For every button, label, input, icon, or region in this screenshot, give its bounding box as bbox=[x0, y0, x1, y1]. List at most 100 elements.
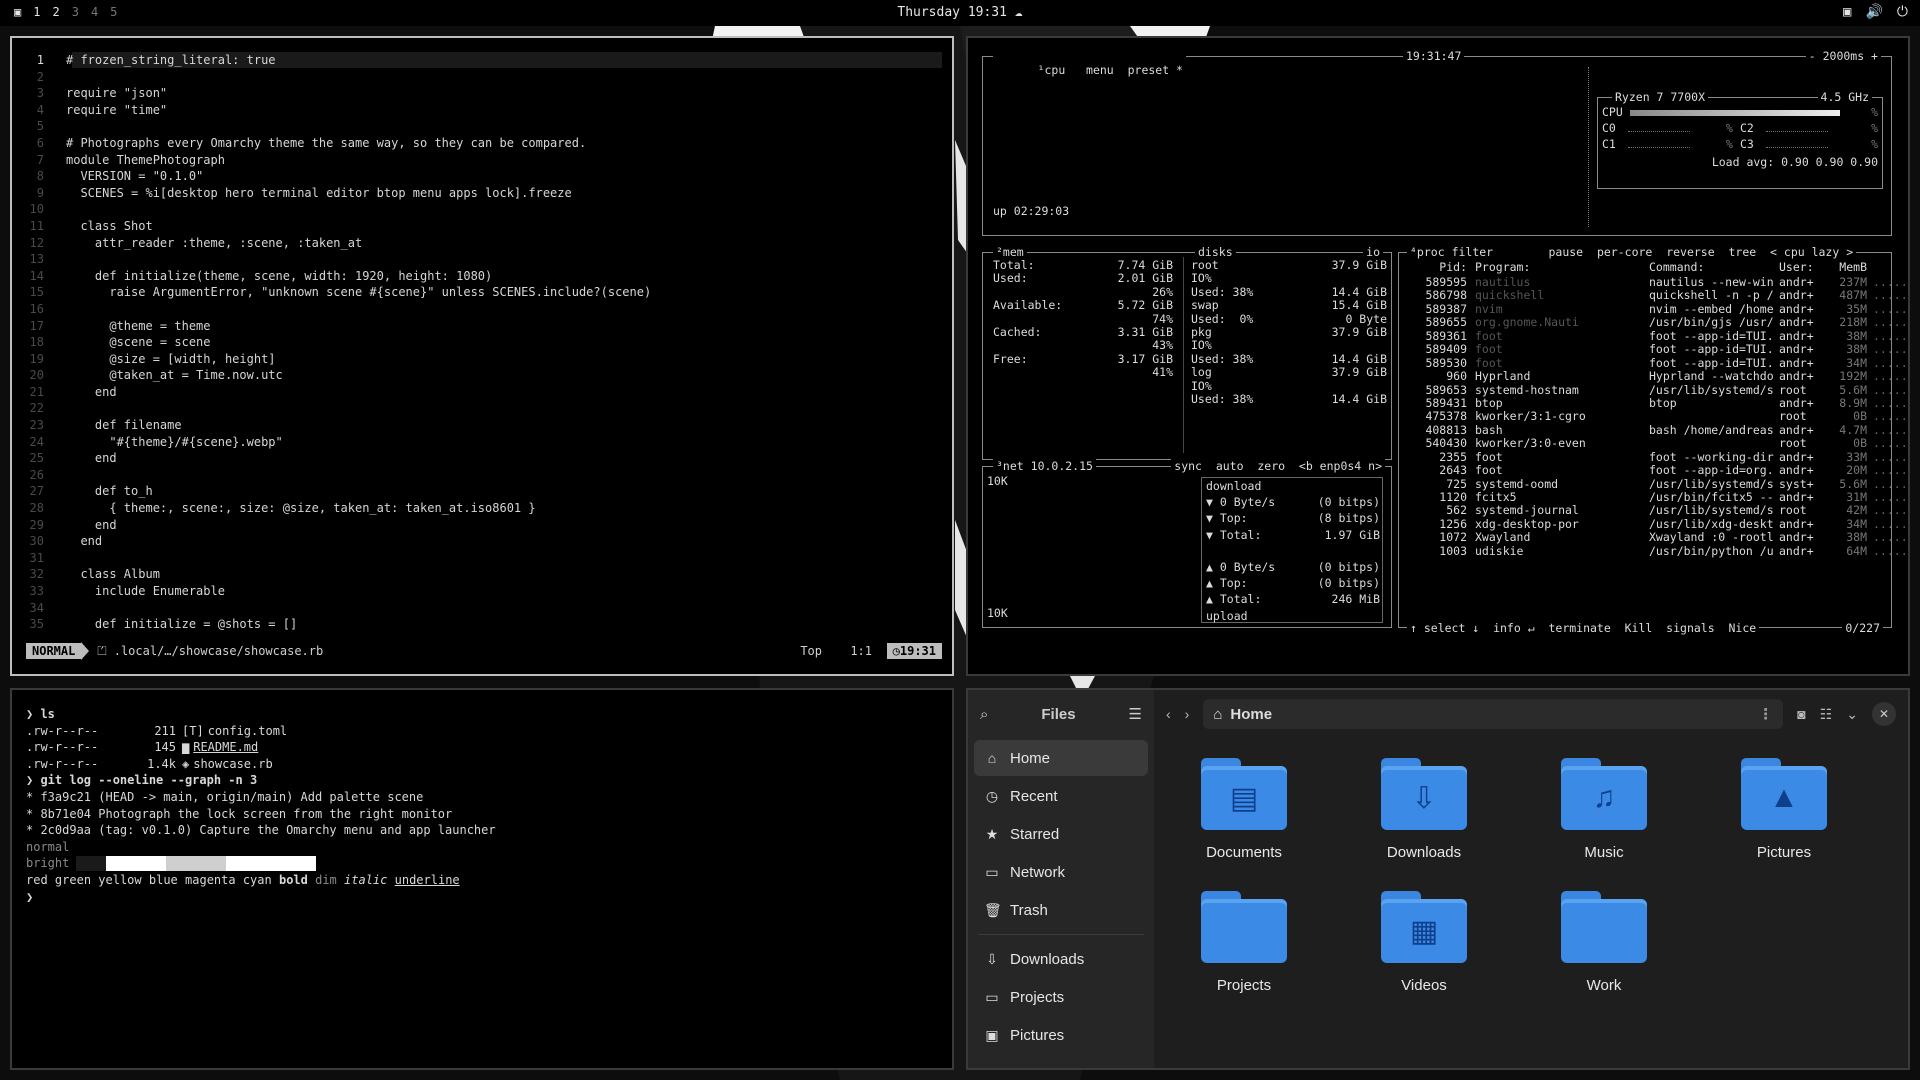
code-line[interactable]: 24 "#{theme}/#{scene}.webp" bbox=[26, 434, 651, 451]
folder-pictures[interactable]: ▲ Pictures bbox=[1694, 758, 1874, 861]
process-row[interactable]: 2355footfoot --working-dirandr+33M......… bbox=[1403, 450, 1908, 464]
terminal-window[interactable]: ❯ ls .rw-r--r-- 211 [T] config.toml .rw-r--r… bbox=[10, 688, 954, 1070]
process-row[interactable]: 589431btopbtopandr+8.9M.......0.1 bbox=[1403, 396, 1908, 410]
neovim-window[interactable]: 1 # frozen_string_literal: true 2 3 require … bbox=[10, 36, 954, 676]
mem-title[interactable]: ²mem bbox=[993, 245, 1027, 259]
folder-projects[interactable]: Projects bbox=[1154, 891, 1334, 994]
power-icon[interactable]: ⏻ bbox=[1897, 4, 1908, 20]
update-interval[interactable]: - 2000ms + bbox=[1805, 49, 1881, 63]
close-icon[interactable]: ✕ bbox=[1872, 702, 1896, 726]
code-line[interactable]: 29 end bbox=[26, 517, 651, 534]
terminal-output[interactable]: ❯ ls .rw-r--r-- 211 [T] config.toml .rw-r--r… bbox=[26, 706, 496, 905]
code-line[interactable]: 2 bbox=[26, 69, 651, 86]
net-options[interactable]: sync auto zero <b enp0s4 n> bbox=[1171, 459, 1385, 473]
code-line[interactable]: 18 @scene = scene bbox=[26, 334, 651, 351]
code-line[interactable]: 15 raise ArgumentError, "unknown scene #… bbox=[26, 284, 652, 301]
process-row[interactable]: 1072 Xwayland Xwayland :0 -rootl andr+ 38M..… bbox=[1403, 530, 1908, 544]
chevron-down-icon[interactable]: ⌄ bbox=[1846, 706, 1858, 723]
process-row[interactable]: 1120 fcitx5/usr/bin/fcitx5 -- andr+ 31M....… bbox=[1403, 490, 1908, 504]
process-row[interactable]: 589387 nvim nvim --embed /home andr+ 35M....… bbox=[1403, 302, 1908, 316]
process-row[interactable]: 475378kworker/3:1-cgroroot0B.......0.0 bbox=[1403, 409, 1908, 423]
net-title[interactable]: ³net bbox=[996, 459, 1024, 473]
sidebar-item-pictures[interactable]: ▣ Pictures bbox=[974, 1017, 1148, 1053]
clock[interactable]: Thursday 19:31 ☁ bbox=[0, 5, 1920, 20]
folder-documents[interactable]: ▤ Documents bbox=[1154, 758, 1334, 861]
folder-work[interactable]: Work bbox=[1514, 891, 1694, 994]
folder-music[interactable]: ♫ Music bbox=[1514, 758, 1694, 861]
process-row[interactable]: 2643footfoot --app-id=org.andr+20M......… bbox=[1403, 463, 1908, 477]
sidebar-item-starred[interactable]: ★ Starred bbox=[974, 816, 1148, 852]
code-line[interactable]: 5 bbox=[26, 118, 651, 135]
process-row[interactable]: 589530 foot foot --app-id=TUI. andr+ 34M....… bbox=[1403, 356, 1908, 370]
code-line[interactable]: 25 end bbox=[26, 450, 651, 467]
code-line[interactable]: 35 def initialize = @shots = [] bbox=[26, 616, 651, 633]
search-icon[interactable]: ⌕ bbox=[980, 706, 988, 723]
volume-icon[interactable]: 🔊 bbox=[1865, 4, 1882, 20]
sidebar-item-home[interactable]: ⌂ Home bbox=[974, 740, 1148, 776]
display-icon[interactable]: ▣ bbox=[1843, 4, 1851, 20]
files-window[interactable]: ⌕ Files ☰ ⌂ Home ◷ Recent ★ Starred ▭ Network 🗑 T… bbox=[966, 688, 1910, 1070]
code-line[interactable]: 9 SCENES = %i[desktop hero terminal edit… bbox=[26, 185, 651, 202]
editor-buffer[interactable]: 1 # frozen_string_literal: true 2 3 require … bbox=[26, 52, 652, 633]
process-row[interactable]: 589361 foot foot --app-id=TUI. andr+ 38M....… bbox=[1403, 329, 1908, 343]
code-line[interactable]: 23 def filename bbox=[26, 417, 651, 434]
cpu-title[interactable]: ¹cpu bbox=[1038, 63, 1066, 77]
process-row[interactable]: 586798 quickshell quickshell -n -p / andr+ 4… bbox=[1403, 288, 1908, 302]
code-line[interactable]: 17 @theme = theme bbox=[26, 318, 651, 335]
location-bar[interactable]: ⌂ Home ⋮ bbox=[1203, 699, 1784, 729]
code-line[interactable]: 33 include Enumerable bbox=[26, 583, 651, 600]
forward-icon[interactable]: › bbox=[1185, 706, 1190, 722]
sidebar-item-network[interactable]: ▭ Network bbox=[974, 854, 1148, 890]
hamburger-menu-icon[interactable]: ☰ bbox=[1129, 705, 1142, 723]
code-line[interactable]: 20 @taken_at = Time.now.utc bbox=[26, 367, 651, 384]
process-row[interactable]: 960 Hyprland Hyprland --watchdo andr+ 192M..… bbox=[1403, 369, 1908, 383]
code-line[interactable]: 7 module ThemePhotograph bbox=[26, 152, 651, 169]
process-row[interactable]: 562 systemd-journal/usr/lib/systemd/s root… bbox=[1403, 503, 1908, 517]
process-row[interactable]: 408813 bash bash /home/andreas andr+ 4.7M...… bbox=[1403, 423, 1908, 437]
btop-window[interactable]: ¹cpu menu preset * 19:31:47 - 2000ms + u… bbox=[966, 36, 1910, 676]
code-line[interactable]: 6 # Photographs every Omarchy theme the s… bbox=[26, 135, 651, 152]
sidebar-item-projects[interactable]: ▭ Projects bbox=[974, 979, 1148, 1015]
code-line[interactable]: 8 VERSION = "0.1.0" bbox=[26, 168, 651, 185]
proc-options[interactable]: filter pause per-core reverse tree < cpu… bbox=[1452, 245, 1854, 259]
code-line[interactable]: 21 end bbox=[26, 384, 651, 401]
code-line[interactable]: 14 def initialize(theme, scene, width: 1… bbox=[26, 268, 651, 285]
process-row[interactable]: 589653 systemd-hostnam/usr/lib/systemd/s r… bbox=[1403, 383, 1908, 397]
process-row[interactable]: 725 systemd-oomd/usr/lib/systemd/s syst+ 5.… bbox=[1403, 477, 1908, 491]
io-toggle[interactable]: io bbox=[1363, 245, 1383, 259]
code-line[interactable]: 26 bbox=[26, 467, 651, 484]
folder-videos[interactable]: ▦ Videos bbox=[1334, 891, 1514, 994]
list-view-icon[interactable]: ☷ bbox=[1820, 706, 1833, 723]
code-line[interactable]: 31 bbox=[26, 550, 651, 567]
folder-downloads[interactable]: ⇩ Downloads bbox=[1334, 758, 1514, 861]
process-row[interactable]: 1256 xdg-desktop-por/usr/lib/xdg-deskt and… bbox=[1403, 517, 1908, 531]
code-line[interactable]: 11 class Shot bbox=[26, 218, 651, 235]
process-row[interactable]: 1003 udiskie/usr/bin/python /u andr+ 64M...… bbox=[1403, 544, 1908, 558]
code-line[interactable]: 16 bbox=[26, 301, 651, 318]
sidebar-item-trash[interactable]: 🗑 Trash bbox=[974, 892, 1148, 928]
more-options-icon[interactable]: ⋮ bbox=[1758, 705, 1773, 723]
code-line[interactable]: 4 require "time" bbox=[26, 102, 651, 119]
sidebar-item-recent[interactable]: ◷ Recent bbox=[974, 778, 1148, 814]
code-line[interactable]: 19 @size = [width, height] bbox=[26, 351, 651, 368]
process-list[interactable]: 589595 nautilus nautilus --new-win andr+ 237… bbox=[1403, 275, 1908, 558]
preset-button[interactable]: preset * bbox=[1128, 63, 1183, 77]
process-row[interactable]: 589655 org.gnome.Nauti/usr/bin/gjs /usr/a… bbox=[1403, 315, 1908, 329]
code-line[interactable]: 28 { theme:, scene:, size: @size, taken_… bbox=[26, 500, 651, 517]
menu-button[interactable]: menu bbox=[1086, 63, 1114, 77]
process-row[interactable]: 589409 foot foot --app-id=TUI. andr+ 38M....… bbox=[1403, 342, 1908, 356]
sidebar-item-downloads[interactable]: ⇩ Downloads bbox=[974, 941, 1148, 977]
code-line[interactable]: 32 class Album bbox=[26, 566, 651, 583]
code-line[interactable]: 1 # frozen_string_literal: true bbox=[26, 52, 651, 69]
code-line[interactable]: 10 bbox=[26, 201, 651, 218]
code-line[interactable]: 34 bbox=[26, 600, 651, 617]
process-row[interactable]: 540430kworker/3:0-evenroot0B.......0.0 bbox=[1403, 436, 1908, 450]
code-line[interactable]: 30 end bbox=[26, 533, 651, 550]
code-line[interactable]: 3 require "json" bbox=[26, 85, 651, 102]
camera-icon[interactable]: ◙ bbox=[1797, 706, 1805, 722]
code-line[interactable]: 27 def to_h bbox=[26, 483, 651, 500]
code-line[interactable]: 13 bbox=[26, 251, 651, 268]
back-icon[interactable]: ‹ bbox=[1166, 706, 1171, 722]
process-row[interactable]: 589595 nautilus nautilus --new-win andr+ 237… bbox=[1403, 275, 1908, 289]
proc-title[interactable]: ⁴proc bbox=[1410, 245, 1445, 259]
